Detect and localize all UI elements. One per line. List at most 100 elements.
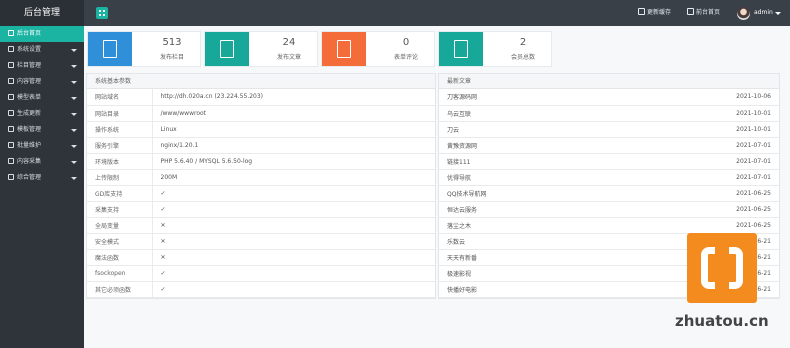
sidebar-item-label: 批量维护: [17, 142, 42, 149]
table-row: 上传限制 200M: [87, 169, 435, 186]
sidebar-item-label: 模型表单: [17, 94, 42, 101]
article-title[interactable]: QQ技术导航网: [439, 185, 709, 202]
sidebar-item[interactable]: 内容管理: [0, 74, 84, 90]
article-date: 2021-06-25: [709, 217, 779, 234]
sidebar-item-label: 综合管理: [17, 174, 42, 181]
sidebar-item-label: 内容管理: [17, 78, 42, 85]
chevron-down-icon: [71, 161, 77, 164]
stat-card: 24 发布文章: [204, 31, 318, 67]
param-value: ✕: [152, 249, 435, 266]
param-name: 采集支持: [87, 201, 153, 218]
sidebar-item[interactable]: 生成更新: [0, 106, 84, 122]
sidebar-item[interactable]: 批量维护: [0, 138, 84, 154]
clear-cache-link[interactable]: 更新缓存: [638, 0, 671, 26]
menu-item-icon: [8, 94, 14, 100]
list-item[interactable]: 恒达云服务 2021-06-25: [439, 201, 779, 218]
article-date: 2021-06-25: [709, 201, 779, 218]
param-name: 网站目录: [87, 105, 153, 122]
sidebar-item[interactable]: 综合管理: [0, 170, 84, 186]
chevron-down-icon[interactable]: [775, 12, 781, 15]
stat-label: 发布文章: [276, 54, 301, 61]
stat-card: 513 发布栏目: [87, 31, 201, 67]
document-icon: [88, 32, 132, 66]
chevron-down-icon: [71, 81, 77, 84]
article-date: 2021-10-01: [709, 121, 779, 138]
list-item[interactable]: 乌云互联 2021-10-01: [439, 105, 779, 122]
menu-grid-icon[interactable]: [96, 7, 108, 19]
user-name[interactable]: admin: [754, 0, 773, 26]
sidebar-item[interactable]: 栏目管理: [0, 58, 84, 74]
sidebar-item-label: 栏目管理: [17, 62, 42, 69]
list-item[interactable]: 落尘之木 2021-06-25: [439, 217, 779, 234]
stat-label: 会员总数: [510, 54, 535, 61]
list-item[interactable]: QQ技术导航网 2021-06-25: [439, 185, 779, 202]
sidebar-item[interactable]: 系统设置: [0, 42, 84, 58]
chevron-down-icon: [71, 145, 77, 148]
list-item[interactable]: 优得导航 2021-07-01: [439, 169, 779, 186]
menu-item-icon: [8, 46, 14, 52]
sidebar-item[interactable]: 后台首页: [0, 26, 84, 42]
list-item[interactable]: 刀客源码网 2021-10-06: [439, 89, 779, 106]
system-info-panel: 系统基本参数 网站域名 http://dh.020a.cn (23.224.55.…: [86, 73, 436, 299]
param-name: 服务引擎: [87, 137, 153, 154]
users-icon: [439, 32, 483, 66]
article-title[interactable]: 乌云互联: [439, 105, 709, 122]
list-item[interactable]: 黄豫资源网 2021-07-01: [439, 137, 779, 154]
stat-label: 发布栏目: [159, 54, 184, 61]
chevron-down-icon: [71, 113, 77, 116]
sidebar-item[interactable]: 模板管理: [0, 122, 84, 138]
article-title[interactable]: 黄豫资源网: [439, 137, 709, 154]
sidebar-item-label: 生成更新: [17, 110, 42, 117]
list-item[interactable]: 刀云 2021-10-01: [439, 121, 779, 138]
param-name: 其它必须函数: [87, 281, 153, 298]
sidebar-item-label: 后台首页: [17, 30, 42, 37]
list-item[interactable]: 链接111 2021-07-01: [439, 153, 779, 170]
article-title[interactable]: 天天有新番: [439, 249, 709, 266]
brand-title[interactable]: 后台管理: [0, 0, 84, 26]
param-value: Linux: [152, 121, 435, 138]
param-name: 环境版本: [87, 153, 153, 170]
chat-icon: [322, 32, 366, 66]
param-value: 200M: [152, 169, 435, 186]
sidebar-item-label: 模板管理: [17, 126, 42, 133]
article-title[interactable]: 恒达云服务: [439, 201, 709, 218]
article-title[interactable]: 落尘之木: [439, 217, 709, 234]
table-row: 操作系统 Linux: [87, 121, 435, 138]
menu-item-icon: [8, 158, 14, 164]
article-title[interactable]: 乐数云: [439, 233, 709, 250]
param-name: 网站域名: [87, 89, 153, 106]
chevron-down-icon: [71, 129, 77, 132]
front-home-link[interactable]: 前台首页: [687, 0, 720, 26]
table-row: 服务引擎 nginx/1.20.1: [87, 137, 435, 154]
article-title[interactable]: 刀客源码网: [439, 89, 709, 106]
article-title[interactable]: 极速影视: [439, 265, 709, 282]
param-name: GD库支持: [87, 185, 153, 202]
table-row: GD库支持 ✓: [87, 185, 435, 202]
system-info-table: 网站域名 http://dh.020a.cn (23.224.55.203) 网站目…: [87, 89, 435, 298]
table-row: 采集支持 ✓: [87, 201, 435, 218]
table-row: 环境版本 PHP 5.6.40 / MYSQL 5.6.50-log: [87, 153, 435, 170]
param-value: ✓: [152, 201, 435, 218]
menu-item-icon: [8, 174, 14, 180]
article-title[interactable]: 快播好电影: [439, 281, 709, 298]
param-value: ✓: [152, 265, 435, 282]
chevron-down-icon: [71, 49, 77, 52]
top-bar: 后台管理 更新缓存 前台首页 admin: [0, 0, 790, 26]
param-value: ✓: [152, 281, 435, 298]
home-icon: [687, 8, 694, 15]
panel-title: 最新文章: [439, 74, 779, 89]
table-row: 网站目录/www/wwwroot: [87, 105, 435, 122]
table-row: 魔法函数 ✕: [87, 249, 435, 266]
menu-item-icon: [8, 142, 14, 148]
sidebar-item[interactable]: 模型表单: [0, 90, 84, 106]
avatar[interactable]: [737, 7, 750, 20]
chevron-down-icon: [71, 97, 77, 100]
sidebar-item[interactable]: 内容采集: [0, 154, 84, 170]
article-date: 2021-06-25: [709, 185, 779, 202]
article-date: 2021-10-01: [709, 105, 779, 122]
article-title[interactable]: 优得导航: [439, 169, 709, 186]
article-title[interactable]: 链接111: [439, 153, 709, 170]
table-row: 安全模式 ✕: [87, 233, 435, 250]
main-content: 513 发布栏目 24 发布文章 0 表单评论 2 会员总数 系统基本参数 网站域名 http:…: [84, 26, 790, 348]
article-title[interactable]: 刀云: [439, 121, 709, 138]
